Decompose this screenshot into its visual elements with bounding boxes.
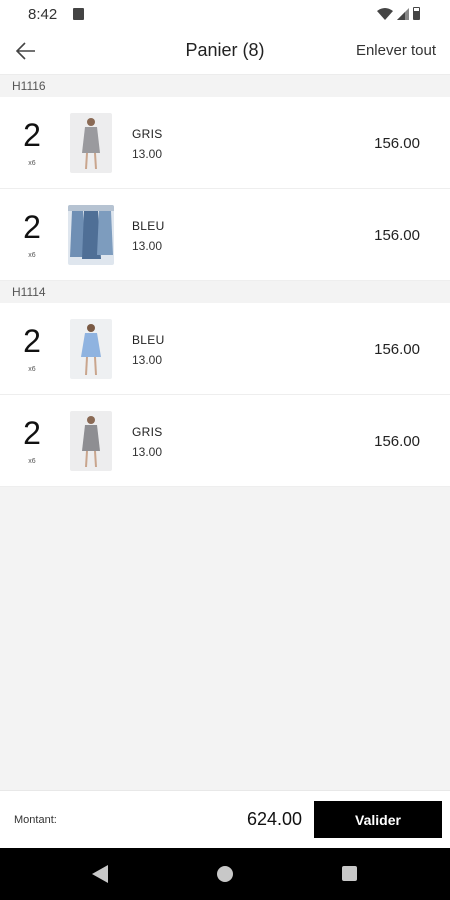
status-time: 8:42 xyxy=(28,6,58,23)
dresses-hanging-icon xyxy=(68,205,114,265)
quantity-value: 2 xyxy=(23,415,41,451)
validate-button[interactable]: Valider xyxy=(314,801,442,838)
dress-grey-icon xyxy=(70,113,112,173)
line-total: 156.00 xyxy=(374,227,420,244)
quantity-unit: x6 xyxy=(28,252,36,259)
cart-item[interactable]: 2 x6 BLEU 13.00 156.00 xyxy=(0,303,450,395)
line-total: 156.00 xyxy=(374,341,420,358)
quantity-value: 2 xyxy=(23,117,41,153)
clear-all-button[interactable]: Enlever tout xyxy=(356,42,436,59)
wifi-icon xyxy=(377,7,393,20)
color-label: GRIS xyxy=(132,127,163,141)
line-total: 156.00 xyxy=(374,433,420,450)
cart-item[interactable]: 2 x6 GRIS 13.00 156.00 xyxy=(0,97,450,189)
quantity-unit: x6 xyxy=(28,160,36,167)
nav-home-icon[interactable] xyxy=(217,866,233,882)
quantity-value: 2 xyxy=(23,323,41,359)
cart-list: H1116 2 x6 GRIS 13.00 156.00 2 x6 BLEU 1… xyxy=(0,75,450,487)
nav-back-icon[interactable] xyxy=(92,865,108,883)
dress-grey-icon xyxy=(70,411,112,471)
amount-label: Montant: xyxy=(14,814,57,826)
cart-item[interactable]: 2 x6 GRIS 13.00 156.00 xyxy=(0,395,450,487)
unit-price: 13.00 xyxy=(132,353,163,367)
group-header: H1114 xyxy=(0,281,450,303)
app-bar: Panier (8) Enlever tout xyxy=(0,28,450,75)
sd-card-icon xyxy=(73,8,84,20)
checkout-footer: Montant: 624.00 Valider xyxy=(0,790,450,849)
color-label: BLEU xyxy=(132,333,165,347)
color-label: BLEU xyxy=(132,219,165,233)
quantity-unit: x6 xyxy=(28,366,36,373)
group-header: H1116 xyxy=(0,75,450,97)
system-nav-bar xyxy=(0,848,450,900)
line-total: 156.00 xyxy=(374,135,420,152)
amount-value: 624.00 xyxy=(247,809,303,829)
cart-item[interactable]: 2 x6 BLEU 13.00 156.00 xyxy=(0,189,450,281)
unit-price: 13.00 xyxy=(132,239,163,253)
status-bar: 8:42 xyxy=(0,0,450,28)
battery-icon xyxy=(413,7,420,20)
nav-recents-icon[interactable] xyxy=(342,866,357,881)
quantity-unit: x6 xyxy=(28,458,36,465)
color-label: GRIS xyxy=(132,425,163,439)
dress-blue-icon xyxy=(70,319,112,379)
unit-price: 13.00 xyxy=(132,445,163,459)
unit-price: 13.00 xyxy=(132,147,163,161)
quantity-value: 2 xyxy=(23,209,41,245)
signal-icon xyxy=(397,7,409,20)
status-icons xyxy=(377,7,420,20)
